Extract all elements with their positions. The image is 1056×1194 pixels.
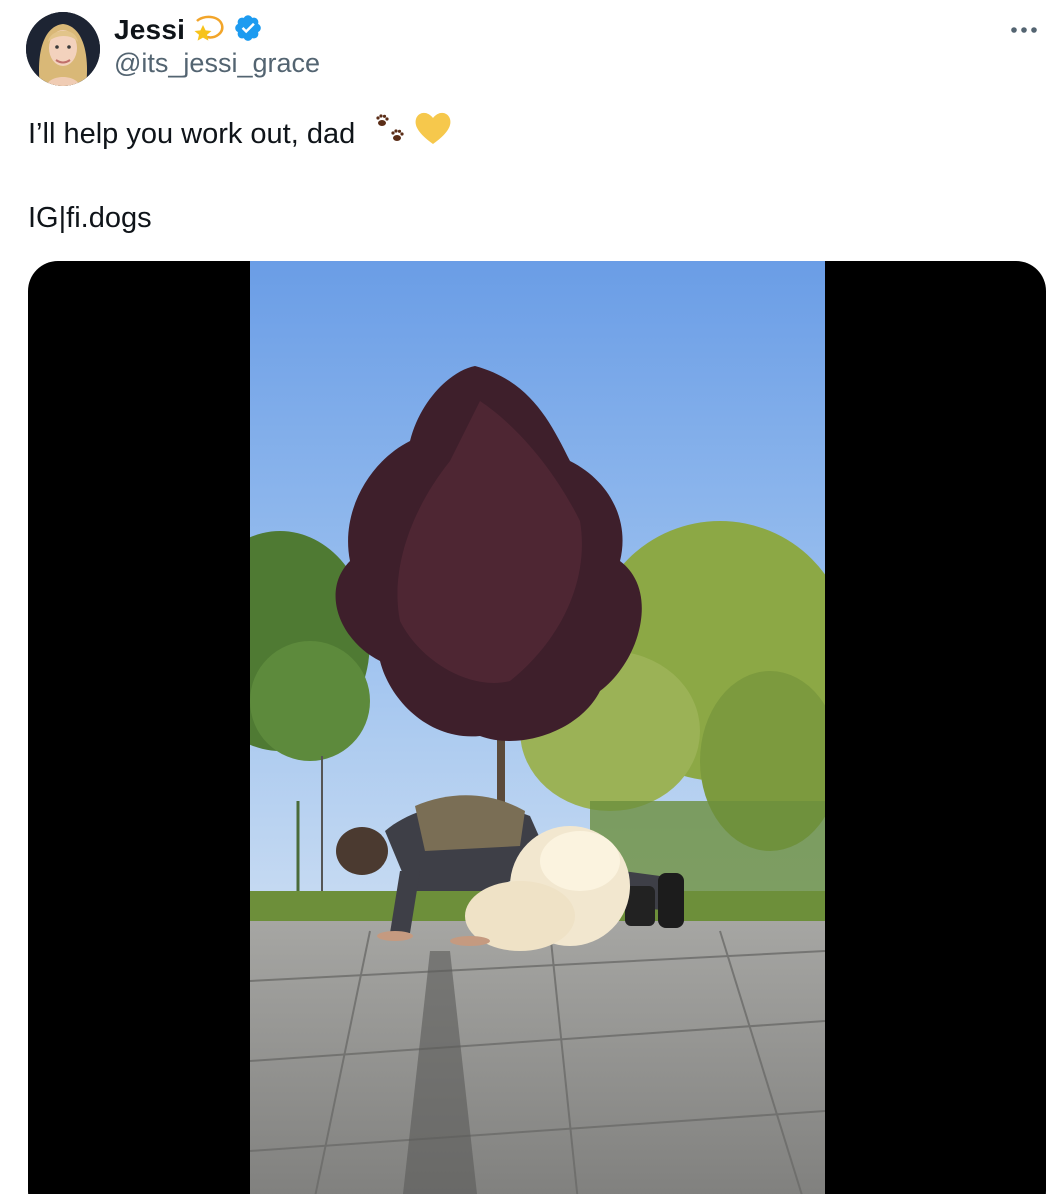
tweet-text-line2: IG|fi.dogs: [28, 202, 152, 234]
more-dots-icon: [1011, 27, 1037, 33]
author-handle[interactable]: @its_jessi_grace: [114, 48, 320, 79]
author-name-row: Jessi: [114, 12, 263, 48]
tweet-text-line1: I’ll help you work out, dad: [28, 110, 453, 157]
tweet: Jessi @its_jessi_grace I’ll help you wor…: [0, 0, 1056, 1194]
dizzy-star-icon: [193, 13, 225, 48]
verified-badge-icon[interactable]: [233, 13, 263, 48]
author-name[interactable]: Jessi: [114, 14, 185, 46]
paw-prints-icon: [373, 110, 409, 157]
yellow-heart-icon: [413, 110, 453, 157]
video-thumbnail[interactable]: [190, 261, 850, 1194]
avatar[interactable]: [26, 12, 100, 86]
more-options-button[interactable]: [1004, 14, 1044, 46]
tweet-text: I’ll help you work out, dad: [28, 117, 356, 150]
media-container[interactable]: [28, 261, 1046, 1194]
